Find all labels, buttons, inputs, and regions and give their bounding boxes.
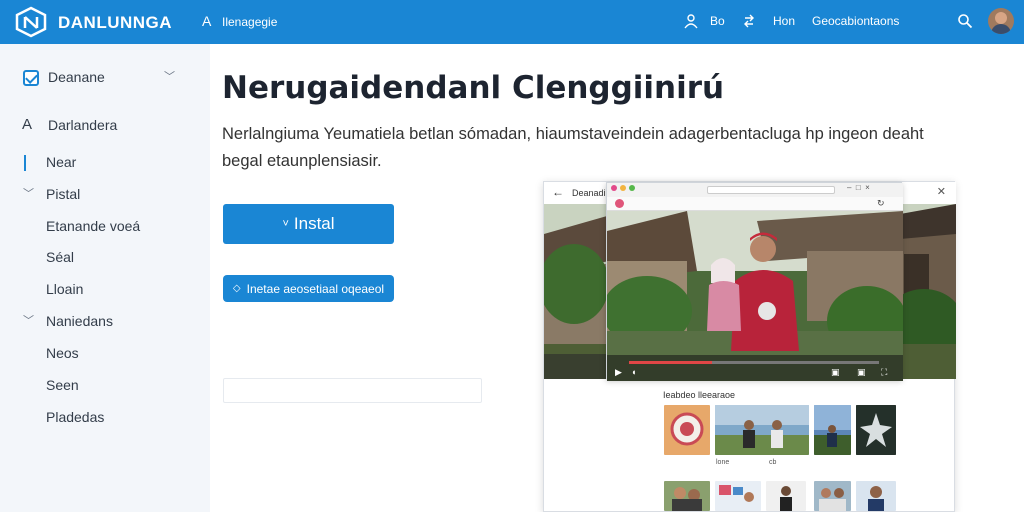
address-bar[interactable] (707, 186, 835, 194)
volume-icon[interactable]: ◖ (631, 367, 636, 377)
sidebar-item-pistal[interactable]: ﹀ Pistal (0, 182, 210, 208)
sidebar-item-seal[interactable]: Séal (0, 245, 210, 271)
chevron-down-icon[interactable]: ﹀ (164, 68, 175, 84)
nav-item-account[interactable]: Geocabiontaons (812, 14, 899, 28)
brand-logo-icon[interactable] (14, 6, 48, 38)
chevron-down-icon[interactable]: ﹀ (23, 312, 34, 328)
sidebar-item-label: Pladedas (46, 409, 105, 425)
chevron-down-icon[interactable]: ﹀ (23, 185, 34, 201)
related-thumb-4[interactable] (856, 405, 896, 455)
install-button-label: Instal (293, 214, 335, 233)
preview-window: ← Deanadi ✕ – □ × ↻ ▶ ◖ ▣ ▣ ⛶ Ieabdeo ll… (543, 181, 956, 512)
sidebar-item-lloain[interactable]: Lloain (0, 277, 210, 303)
video-player[interactable]: ▶ ◖ ▣ ▣ ⛶ (607, 211, 903, 381)
sidebar-item-label: Séal (46, 249, 75, 265)
install-button[interactable]: ˅ Instal (223, 204, 394, 244)
video-progress-fill (629, 361, 712, 364)
secondary-button-label: Inetae aeosetiaal oqeaeol (246, 281, 385, 296)
reload-icon[interactable]: ↻ (877, 198, 885, 209)
thumb-caption: lone (716, 459, 730, 466)
related-thumb-3[interactable] (814, 405, 851, 455)
window-controls-icon[interactable]: – □ × (847, 183, 870, 192)
inner-browser-toolbar: ↻ (607, 197, 903, 211)
sidebar-item-label: Deanane (48, 69, 105, 85)
chevron-down-icon: ˅ (282, 218, 289, 230)
home-icon[interactable]: A (202, 13, 211, 29)
video-thumbnail-image (780, 486, 792, 511)
related-thumb-8[interactable] (814, 481, 851, 511)
page-description: Nerlalngiuma Yeumatiela betlan sómadan, … (222, 125, 924, 170)
sidebar-item-label: Near (46, 154, 77, 170)
related-thumb-2[interactable] (715, 405, 809, 455)
preview-window-label: Deanadi (572, 188, 606, 198)
sidebar: Deanane ﹀ A Darlandera Near ﹀ Pistal Eta… (0, 44, 210, 512)
page-title: Nerugaidendanl Clenggiinirú (222, 70, 725, 106)
brand-name[interactable]: DANLUNNGA (58, 13, 172, 33)
secondary-action-button[interactable]: ◇ Inetae aeosetiaal oqeaeol (223, 275, 394, 302)
user-add-icon[interactable] (683, 13, 699, 29)
inner-browser-tabbar: – □ × (607, 183, 903, 197)
video-thumbnail-image (819, 488, 846, 511)
nav-item-hon[interactable]: Hon (773, 14, 795, 28)
settings-icon[interactable]: ▣ (857, 367, 866, 378)
minimize-dot-icon[interactable] (620, 185, 626, 191)
site-favicon-icon (615, 199, 624, 208)
sidebar-item-label: Naniedans (46, 313, 113, 329)
captions-icon[interactable]: ▣ (831, 367, 840, 378)
sidebar-item-darlandera[interactable]: A Darlandera (0, 113, 210, 139)
maximize-dot-icon[interactable] (629, 185, 635, 191)
related-thumb-5[interactable] (664, 481, 710, 511)
back-arrow-icon[interactable]: ← (552, 185, 564, 199)
sidebar-item-pladedas[interactable]: Pladedas (0, 405, 210, 431)
sidebar-item-naniedans[interactable]: ﹀ Naniedans (0, 309, 210, 335)
close-icon[interactable]: ✕ (937, 185, 946, 198)
a-letter-icon: A (22, 116, 33, 133)
text-field[interactable] (223, 378, 482, 403)
related-thumb-7[interactable] (766, 481, 806, 511)
search-icon[interactable] (957, 13, 973, 29)
video-thumbnail-image (672, 487, 702, 511)
video-thumbnail-image (715, 405, 809, 455)
sidebar-item-seen[interactable]: Seen (0, 373, 210, 399)
active-indicator (24, 155, 26, 171)
nav-item-bo[interactable]: Bo (710, 14, 725, 28)
breadcrumb[interactable]: Ilenagegie (222, 15, 277, 29)
sidebar-item-deanane[interactable]: Deanane ﹀ (0, 65, 210, 91)
link-icon: ◇ (232, 283, 241, 294)
sidebar-item-etanande[interactable]: Etanande voeá (0, 214, 210, 240)
video-progress-bar[interactable] (629, 361, 879, 364)
inner-browser-window: – □ × ↻ ▶ ◖ ▣ ▣ ⛶ (606, 182, 903, 381)
sidebar-item-neos[interactable]: Neos (0, 341, 210, 367)
sidebar-item-label: Lloain (46, 281, 84, 297)
thumb-caption: cb (769, 459, 777, 466)
related-thumb-6[interactable] (715, 481, 761, 511)
video-thumbnail-image (814, 405, 851, 455)
avatar[interactable] (988, 8, 1014, 34)
sidebar-item-label: Neos (46, 345, 79, 361)
sidebar-item-label: Etanande voeá (46, 218, 141, 234)
close-dot-icon[interactable] (611, 185, 617, 191)
video-thumbnail-image (868, 486, 884, 511)
refresh-icon[interactable] (742, 14, 756, 28)
checkbox-icon[interactable] (23, 70, 39, 86)
sidebar-item-label: Seen (46, 377, 79, 393)
fullscreen-icon[interactable]: ⛶ (881, 367, 887, 378)
sidebar-item-label: Darlandera (48, 117, 118, 133)
video-controls: ▶ ◖ ▣ ▣ ⛶ (607, 355, 903, 381)
sidebar-item-near[interactable]: Near (0, 150, 210, 176)
play-icon[interactable]: ▶ (615, 367, 622, 378)
related-section-title: Ieabdeo lleearaoe (663, 390, 736, 400)
star-icon (856, 405, 896, 455)
related-thumb-1[interactable] (664, 405, 710, 455)
related-thumb-9[interactable] (856, 481, 896, 511)
video-thumbnail-image (719, 485, 754, 502)
badge-icon (670, 412, 704, 446)
top-bar: DANLUNNGA A Ilenagegie Bo Hon Geocabiont… (0, 0, 1024, 44)
sidebar-item-label: Pistal (46, 186, 81, 202)
